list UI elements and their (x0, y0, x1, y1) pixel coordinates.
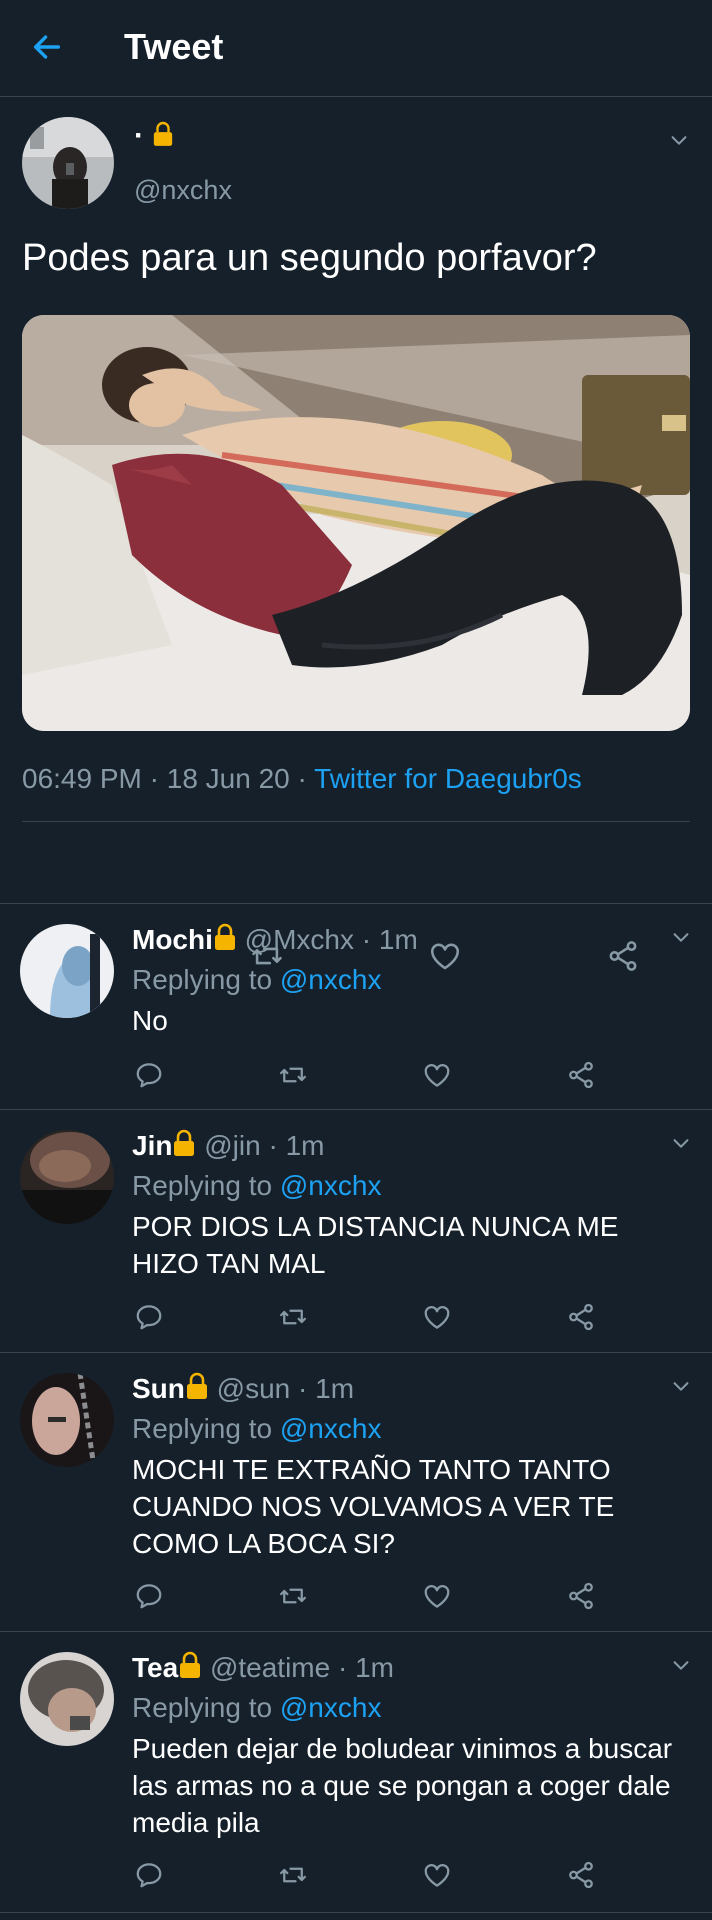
replying-to-label: Replying to (132, 1413, 280, 1444)
reply-author-name: Tea (132, 1652, 179, 1683)
retweet-icon[interactable] (278, 1860, 308, 1890)
avatar[interactable] (20, 1373, 114, 1467)
reply-icon[interactable] (134, 1060, 164, 1090)
reply-header: Jin @jin · 1m (132, 1128, 325, 1161)
back-arrow-icon[interactable] (30, 30, 64, 64)
tweet-source-link[interactable]: Twitter for Daegubr0s (314, 763, 582, 794)
avatar[interactable] (20, 1652, 114, 1746)
meta-separator: · (289, 763, 315, 794)
tweet-meta: 06:49 PM · 18 Jun 20 · Twitter for Daegu… (22, 763, 582, 795)
lock-icon (213, 922, 237, 952)
share-icon[interactable] (566, 1302, 596, 1332)
replying-to-label: Replying to (132, 1170, 280, 1201)
mention-link[interactable]: @nxchx (280, 1170, 382, 1201)
reply-icon[interactable] (134, 1302, 164, 1332)
tweet-date: 18 Jun 20 (166, 763, 290, 794)
share-icon[interactable] (566, 1581, 596, 1611)
reply-author-name: Mochi (132, 924, 213, 955)
reply-icon[interactable] (134, 1581, 164, 1611)
divider (22, 821, 690, 822)
reply-text: POR DIOS LA DISTANCIA NUNCA ME HIZO TAN … (132, 1211, 619, 1279)
reply-tweet[interactable]: Jin @jin · 1m Replying to @nxchx POR DIO… (0, 1110, 712, 1352)
reply-time: 1m (285, 1130, 325, 1161)
chevron-down-icon[interactable] (670, 1654, 692, 1676)
reply-author-handle: @sun (216, 1373, 291, 1404)
tweet-time: 06:49 PM (22, 763, 142, 794)
meta-separator: · (141, 763, 167, 794)
mention-link[interactable]: @nxchx (280, 1692, 382, 1723)
reply-header: Tea @teatime · 1m (132, 1650, 394, 1683)
tweet-image[interactable] (22, 315, 690, 731)
retweet-icon[interactable] (278, 1581, 308, 1611)
reply-author-handle: @Mxchx (244, 924, 354, 955)
reply-time: 1m (315, 1373, 355, 1404)
replying-to-label: Replying to (132, 1692, 280, 1723)
lock-icon (178, 1650, 202, 1680)
chevron-down-icon[interactable] (670, 1132, 692, 1154)
reply-header: Sun @sun · 1m (132, 1371, 355, 1404)
page-title: Tweet (124, 26, 224, 67)
like-icon[interactable] (422, 1060, 452, 1090)
top-bar: Tweet (0, 0, 712, 97)
reply-time: 1m (378, 924, 418, 955)
chevron-down-icon[interactable] (670, 1375, 692, 1397)
main-tweet: · @nxchx Podes para un segundo porfavor? (0, 97, 712, 997)
mention-link[interactable]: @nxchx (280, 1413, 382, 1444)
reply-icon[interactable] (134, 1860, 164, 1890)
author-name: · (134, 119, 174, 153)
lock-icon (172, 1128, 196, 1158)
lock-icon (185, 1371, 209, 1401)
mention-link[interactable]: @nxchx (280, 964, 382, 995)
avatar[interactable] (20, 1130, 114, 1224)
reply-time: 1m (355, 1652, 394, 1683)
author-avatar[interactable] (22, 117, 114, 209)
reply-header: Mochi @Mxchx · 1m (132, 922, 418, 955)
replying-to: Replying to @nxchx (132, 964, 381, 996)
lock-icon (152, 120, 174, 148)
reply-text: No (132, 1005, 168, 1036)
reply-author-handle: @jin (204, 1130, 261, 1161)
like-icon[interactable] (422, 1581, 452, 1611)
reply-tweet[interactable]: Mochi @Mxchx · 1m Replying to @nxchx No (0, 904, 712, 1109)
chevron-down-icon[interactable] (670, 926, 692, 948)
replying-to: Replying to @nxchx (132, 1170, 381, 1202)
reply-text: MOCHI TE EXTRAÑO TANTO TANTO CUANDO NOS … (132, 1454, 615, 1559)
retweet-icon[interactable] (278, 1060, 308, 1090)
reply-author-name: Sun (132, 1373, 185, 1404)
like-icon[interactable] (422, 1860, 452, 1890)
share-icon[interactable] (566, 1060, 596, 1090)
like-icon[interactable] (422, 1302, 452, 1332)
replying-to: Replying to @nxchx (132, 1692, 381, 1724)
avatar[interactable] (20, 924, 114, 1018)
replying-to-label: Replying to (132, 964, 280, 995)
reply-tweet[interactable]: Sun @sun · 1m Replying to @nxchx MOCHI T… (0, 1353, 712, 1631)
author-handle: @nxchx (134, 175, 232, 205)
reply-author-name: Jin (132, 1130, 173, 1161)
share-icon[interactable] (566, 1860, 596, 1890)
divider (0, 1912, 712, 1913)
tweet-text: Podes para un segundo porfavor? (22, 237, 597, 279)
replying-to: Replying to @nxchx (132, 1413, 381, 1445)
reply-text: Pueden dejar de boludear vinimos a busca… (132, 1733, 673, 1838)
chevron-down-icon[interactable] (668, 129, 690, 151)
reply-tweet[interactable]: Tea @teatime · 1m Replying to @nxchx Pue… (0, 1632, 712, 1912)
reply-author-handle: @teatime (209, 1652, 331, 1683)
retweet-icon[interactable] (278, 1302, 308, 1332)
